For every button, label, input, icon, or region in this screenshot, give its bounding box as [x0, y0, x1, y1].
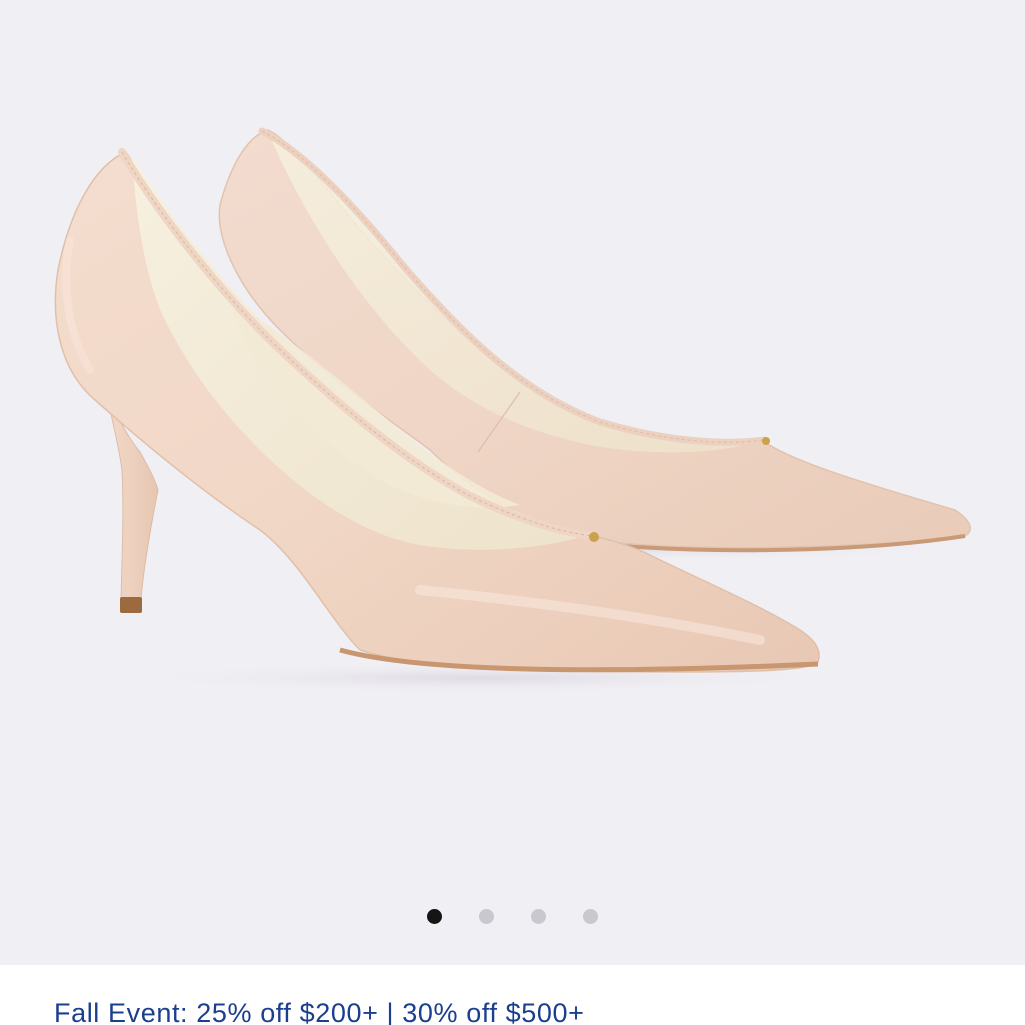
promo-banner: Fall Event: 25% off $200+ | 30% off $500… [0, 965, 1025, 1025]
carousel-dot-3[interactable] [531, 909, 546, 924]
carousel-dot-2[interactable] [479, 909, 494, 924]
carousel-dot-1[interactable] [427, 909, 442, 924]
product-image-pumps[interactable] [0, 0, 1025, 965]
promo-banner-link[interactable]: Fall Event: 25% off $200+ | 30% off $500… [54, 998, 584, 1025]
product-page: Fall Event: 25% off $200+ | 30% off $500… [0, 0, 1025, 1025]
image-carousel-dots [0, 909, 1025, 925]
carousel-dot-4[interactable] [583, 909, 598, 924]
product-image-gallery[interactable] [0, 0, 1025, 965]
